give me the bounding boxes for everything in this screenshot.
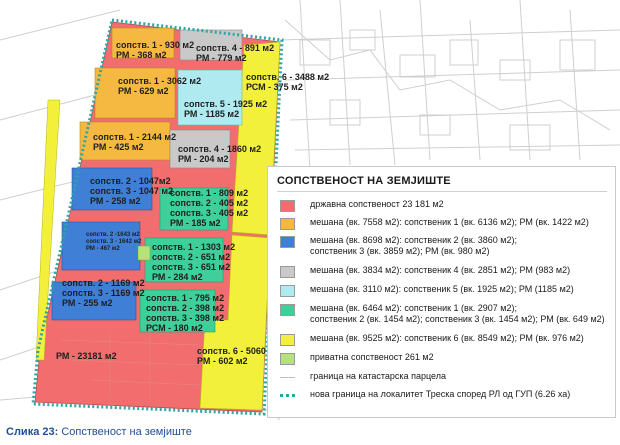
map-label: сопств. 4 - 891 м2 РМ - 779 м2 <box>196 43 275 63</box>
legend-swatch <box>280 200 295 212</box>
legend-dotted-swatch <box>280 394 295 397</box>
map-label: сопств. 1 - 809 м2 сопств. 2 - 405 м2 сопс… <box>170 188 249 228</box>
map-label: сопств. 1 - 1303 м2 сопств. 2 - 651 м2 соп… <box>152 242 236 282</box>
map-label: сопств. 5 - 1925 м2 РМ - 1185 м2 <box>184 99 268 119</box>
legend-swatch <box>280 218 295 230</box>
legend: СОПСТВЕНОСТ НА ЗЕМЈИШТЕ државна сопствен… <box>267 166 616 418</box>
map-label: сопств. 2 -1643 м2 сопств. 3 - 1642 м2 РМ … <box>86 232 142 252</box>
map-label: сопств. 1 - 795 м2 сопств. 2 - 398 м2 сопс… <box>146 293 225 333</box>
figure-title: Сопственост на земјиште <box>61 426 192 438</box>
map-label: сопств. 2 - 1169 м2 сопств. 3 - 1169 м2 РМ… <box>62 278 145 308</box>
figure-caption: Слика 23: Сопственост на земјиште <box>6 426 192 438</box>
map-label: сопств. 2 - 1047м2 сопств. 3 - 1047 м2 РМ … <box>90 176 174 206</box>
legend-divider <box>277 191 607 192</box>
legend-line-swatch <box>280 377 295 378</box>
legend-swatch <box>280 266 295 278</box>
map-label: РМ - 23181 м2 <box>56 351 117 361</box>
ownership-map: сопств. 1 - 930 м2 РМ - 368 м2 сопств. 4 … <box>0 0 620 420</box>
legend-swatch <box>280 236 295 248</box>
legend-swatch <box>280 334 295 346</box>
map-label: сопств. 6 - 3488 м2 РСМ - 375 м2 <box>246 72 330 92</box>
map-label: сопств. 1 - 3062 м2 РМ - 629 м2 <box>118 76 202 96</box>
legend-title: СОПСТВЕНОСТ НА ЗЕМЈИШТЕ <box>277 175 451 187</box>
map-label: сопств. 4 - 1860 м2 РМ - 204 м2 <box>178 144 262 164</box>
map-label: сопств. 1 - 2144 м2 РМ - 425 м2 <box>93 132 177 152</box>
legend-swatch <box>280 353 295 365</box>
legend-swatch <box>280 285 295 297</box>
map-label: сопств. 1 - 930 м2 РМ - 368 м2 <box>116 40 195 60</box>
legend-swatch <box>280 304 295 316</box>
figure-number: Слика 23: <box>6 426 59 438</box>
